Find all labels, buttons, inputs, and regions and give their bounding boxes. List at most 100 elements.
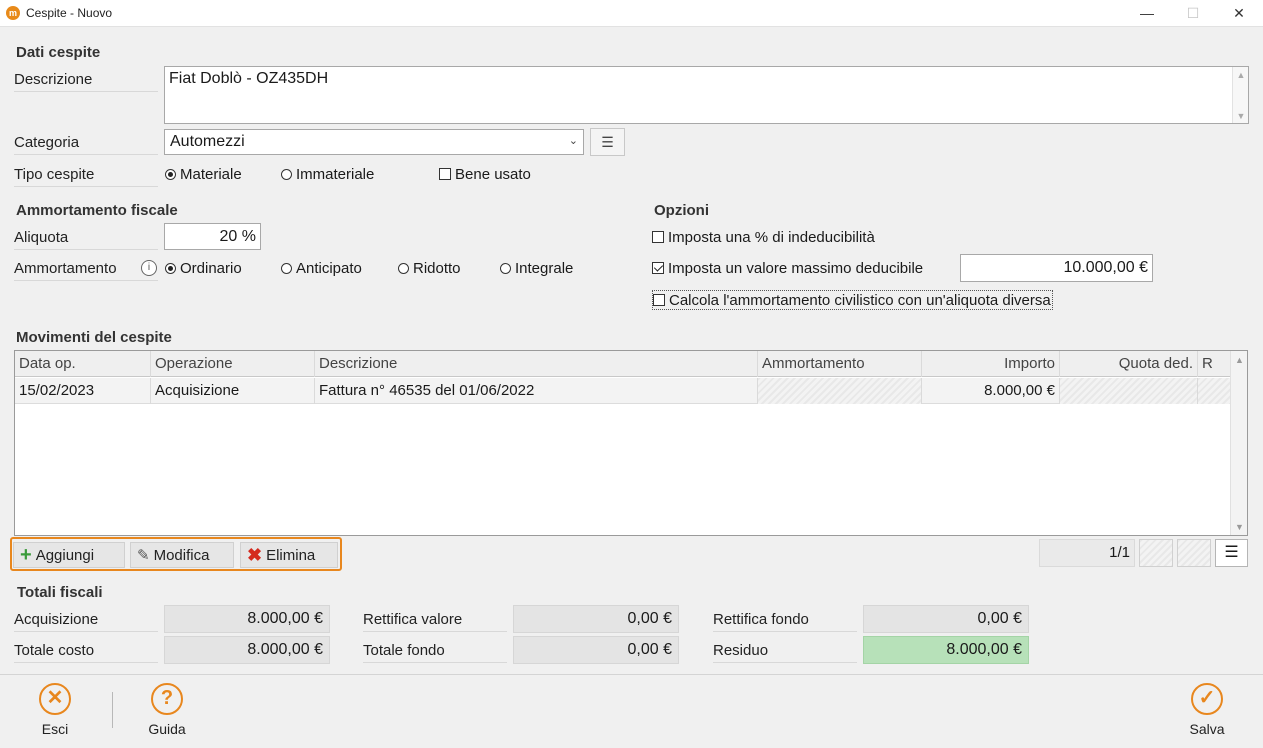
- maximize-button[interactable]: ☐: [1170, 0, 1216, 27]
- cell-r: [1198, 378, 1231, 404]
- page-indicator: 1/1: [1039, 539, 1135, 567]
- col-r[interactable]: R: [1198, 351, 1231, 377]
- radio-ridotto[interactable]: Ridotto: [398, 258, 461, 278]
- col-operazione[interactable]: Operazione: [151, 351, 315, 377]
- rettifica-fondo-label: Rettifica fondo: [713, 607, 857, 632]
- scroll-up-icon[interactable]: ▲: [1233, 70, 1249, 80]
- cell-operazione: Acquisizione: [151, 378, 315, 404]
- opt-valore-massimo-checkbox[interactable]: Imposta un valore massimo deducibile: [652, 258, 923, 278]
- aliquota-input[interactable]: 20 %: [164, 223, 261, 250]
- scroll-up-icon[interactable]: ▲: [1231, 355, 1248, 365]
- minimize-button[interactable]: —: [1124, 0, 1170, 27]
- modifica-label: Modifica: [153, 546, 210, 564]
- col-data[interactable]: Data op.: [15, 351, 151, 377]
- radio-materiale[interactable]: Materiale: [165, 164, 242, 184]
- aliquota-label: Aliquota: [14, 225, 158, 250]
- radio-integrale-label: Integrale: [515, 259, 574, 277]
- residuo-label: Residuo: [713, 638, 857, 663]
- totale-fondo-value: 0,00 €: [513, 636, 679, 664]
- aggiungi-button[interactable]: + Aggiungi: [13, 542, 125, 568]
- radio-ridotto-dot: [398, 262, 409, 274]
- grid-scrollbar[interactable]: ▲ ▼: [1230, 351, 1247, 535]
- opt-indeducibilita-label: Imposta una % di indeducibilità: [668, 228, 875, 246]
- list-icon: ☰: [601, 134, 614, 150]
- grid-menu-button[interactable]: ☰: [1215, 539, 1248, 567]
- salva-button[interactable]: ✓ Salva: [1183, 683, 1231, 737]
- tipo-cespite-label: Tipo cespite: [14, 162, 158, 187]
- cell-quota-ded: [1060, 378, 1198, 404]
- descrizione-scrollbar[interactable]: ▲ ▼: [1232, 67, 1248, 123]
- radio-materiale-dot: [165, 168, 176, 180]
- radio-ordinario-dot: [165, 262, 176, 274]
- opt-indeducibilita-checkbox[interactable]: Imposta una % di indeducibilità: [652, 227, 875, 247]
- radio-ordinario[interactable]: Ordinario: [165, 258, 242, 278]
- cell-data: 15/02/2023: [15, 378, 151, 404]
- opt-valore-massimo-box: [652, 262, 664, 274]
- radio-immateriale-label: Immateriale: [296, 165, 375, 183]
- bene-usato-checkbox[interactable]: Bene usato: [439, 164, 531, 184]
- modifica-button[interactable]: ✎ Modifica: [130, 542, 234, 568]
- guida-button[interactable]: ? Guida: [143, 683, 191, 737]
- movimenti-grid[interactable]: Data op. Operazione Descrizione Ammortam…: [14, 350, 1248, 536]
- esci-button[interactable]: ✕ Esci: [33, 683, 77, 737]
- categoria-list-button[interactable]: ☰: [590, 128, 625, 156]
- section-ammortamento-fiscale: Ammortamento fiscale: [16, 202, 178, 219]
- guida-label: Guida: [148, 721, 186, 737]
- categoria-value: Automezzi: [170, 133, 245, 150]
- close-button[interactable]: ✕: [1216, 0, 1262, 27]
- plus-icon: +: [20, 544, 32, 566]
- footer-divider: [112, 692, 113, 728]
- rettifica-valore-label: Rettifica valore: [363, 607, 507, 632]
- app-logo-icon: m: [6, 6, 20, 20]
- opt-civilistico-checkbox[interactable]: Calcola l'ammortamento civilistico con u…: [652, 290, 1053, 310]
- rettifica-fondo-value: 0,00 €: [863, 605, 1029, 633]
- descrizione-textarea[interactable]: Fiat Doblò - OZ435DH ▲ ▼: [164, 66, 1249, 124]
- grid-header: Data op. Operazione Descrizione Ammortam…: [15, 351, 1231, 377]
- action-button-group: + Aggiungi ✎ Modifica ✖ Elimina: [10, 537, 342, 571]
- esci-label: Esci: [41, 721, 69, 737]
- help-icon: ?: [151, 683, 183, 715]
- info-icon[interactable]: i: [141, 260, 157, 276]
- bene-usato-box: [439, 168, 451, 180]
- radio-immateriale-dot: [281, 168, 292, 180]
- col-ammortamento[interactable]: Ammortamento: [758, 351, 922, 377]
- section-totali-fiscali: Totali fiscali: [17, 584, 103, 601]
- totale-costo-label: Totale costo: [14, 638, 158, 663]
- radio-ridotto-label: Ridotto: [413, 259, 461, 277]
- rettifica-valore-value: 0,00 €: [513, 605, 679, 633]
- section-opzioni: Opzioni: [654, 202, 709, 219]
- totale-fondo-label: Totale fondo: [363, 638, 507, 663]
- delete-x-icon: ✖: [247, 544, 263, 565]
- chevron-down-icon: ⌄: [568, 135, 578, 147]
- cell-importo: 8.000,00 €: [922, 378, 1060, 404]
- scroll-down-icon[interactable]: ▼: [1231, 522, 1248, 532]
- valore-massimo-input[interactable]: 10.000,00 €: [960, 254, 1153, 282]
- opt-civilistico-label: Calcola l'ammortamento civilistico con u…: [669, 291, 1051, 309]
- col-quota-ded[interactable]: Quota ded.: [1060, 351, 1198, 377]
- opt-indeducibilita-box: [652, 231, 664, 243]
- opt-civilistico-box: [653, 294, 665, 306]
- col-descrizione[interactable]: Descrizione: [315, 351, 758, 377]
- aggiungi-label: Aggiungi: [35, 546, 95, 564]
- elimina-label: Elimina: [266, 546, 316, 564]
- next-page-button[interactable]: [1177, 539, 1211, 567]
- section-dati-cespite: Dati cespite: [16, 44, 101, 61]
- radio-anticipato[interactable]: Anticipato: [281, 258, 362, 278]
- elimina-button[interactable]: ✖ Elimina: [240, 542, 338, 568]
- prev-page-button[interactable]: [1139, 539, 1173, 567]
- residuo-value: 8.000,00 €: [863, 636, 1029, 664]
- scroll-down-icon[interactable]: ▼: [1233, 111, 1249, 121]
- radio-anticipato-label: Anticipato: [296, 259, 362, 277]
- hamburger-icon: ☰: [1224, 544, 1239, 561]
- salva-label: Salva: [1189, 721, 1225, 737]
- acquisizione-label: Acquisizione: [14, 607, 158, 632]
- categoria-label: Categoria: [14, 130, 158, 155]
- radio-ordinario-label: Ordinario: [180, 259, 242, 277]
- radio-materiale-label: Materiale: [180, 165, 242, 183]
- table-row[interactable]: 15/02/2023 Acquisizione Fattura n° 46535…: [15, 378, 1231, 404]
- col-importo[interactable]: Importo: [922, 351, 1060, 377]
- radio-integrale[interactable]: Integrale: [500, 258, 573, 278]
- categoria-select[interactable]: Automezzi ⌄: [164, 129, 584, 155]
- edit-icon: ✎: [137, 547, 150, 564]
- radio-immateriale[interactable]: Immateriale: [281, 164, 374, 184]
